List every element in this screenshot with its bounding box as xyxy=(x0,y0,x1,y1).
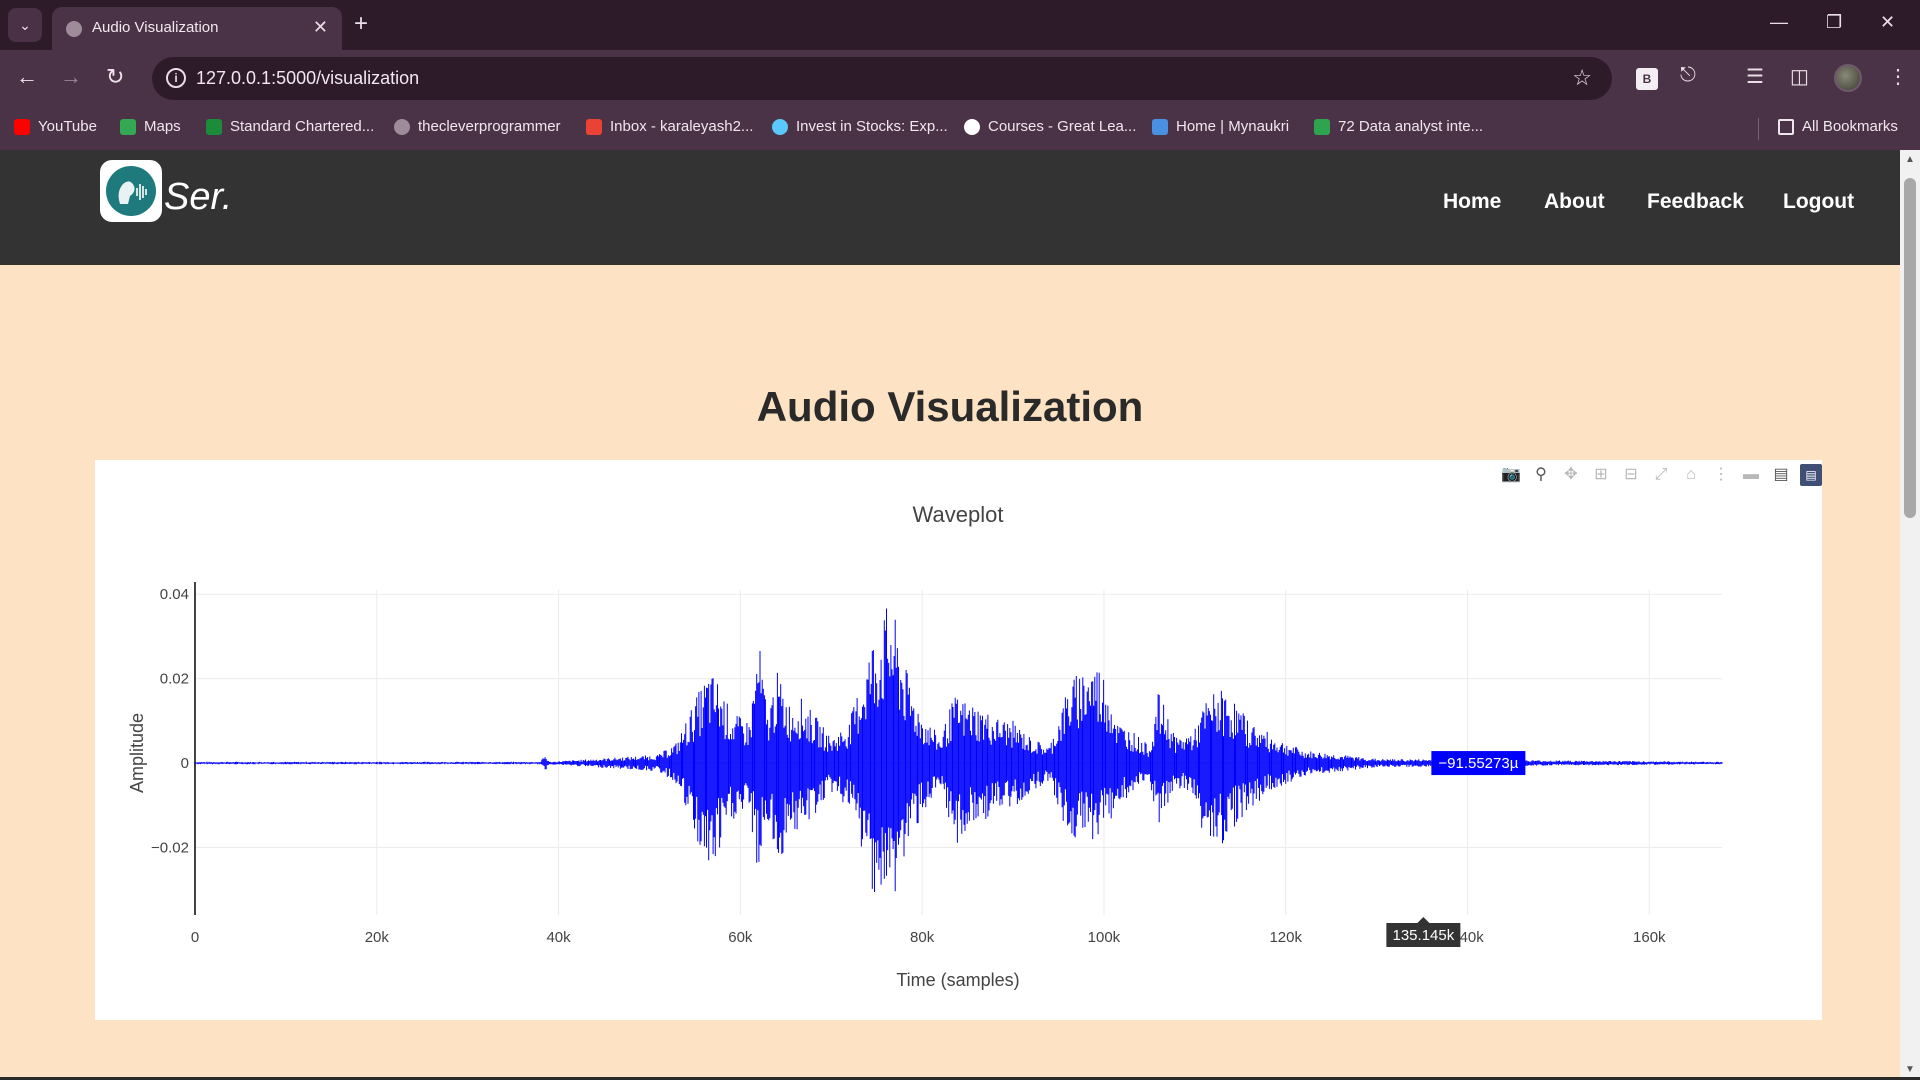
bookmark-separator xyxy=(1758,118,1759,140)
site-navbar: Ser. Home About Feedback Logout xyxy=(0,150,1900,265)
nav-logout[interactable]: Logout xyxy=(1783,190,1854,214)
nav-home[interactable]: Home xyxy=(1443,190,1501,214)
bookmark-data-analyst[interactable]: 72 Data analyst inte... xyxy=(1314,118,1483,135)
page-scrollbar[interactable]: ▲ ▼ xyxy=(1900,150,1920,1080)
close-icon[interactable]: ✕ xyxy=(313,17,328,38)
tab-search-button[interactable]: ⌄ xyxy=(8,8,42,42)
thecleverprogrammer-icon xyxy=(394,118,410,135)
nav-about[interactable]: About xyxy=(1544,190,1605,214)
waveplot-chart[interactable]: Waveplot 0 20k 40k 60k 80k 100k 120k 140k 160k−0… xyxy=(95,460,1822,1020)
active-tab[interactable]: Audio Visualization ✕ xyxy=(52,7,342,50)
bookmark-mynaukri[interactable]: Home | Mynaukri xyxy=(1152,118,1289,135)
tab-strip: ⌄ Audio Visualization ✕ + — ❐ ✕ xyxy=(0,0,1920,50)
gmail-icon xyxy=(586,118,602,135)
minimize-icon[interactable]: — xyxy=(1770,12,1788,33)
side-panel-icon[interactable]: ◫ xyxy=(1790,64,1809,89)
x-tick-label: 20k xyxy=(365,929,390,946)
new-tab-button[interactable]: + xyxy=(354,10,368,38)
mynaukri-icon xyxy=(1152,118,1168,135)
waveplot-container: 📷 ⚲ ✥ ⊞ ⊟ ⤢ ⌂ ⋮ ▬ ▤ ▤ Waveplot 0 20k 40k 60… xyxy=(95,460,1822,1020)
bookmark-inbox[interactable]: Inbox - karaleyash2... xyxy=(586,118,753,135)
chart-title: Waveplot xyxy=(913,502,1004,527)
tab-title: Audio Visualization xyxy=(92,19,219,36)
bookmark-invest-in-stocks[interactable]: Invest in Stocks: Exp... xyxy=(772,118,948,135)
y-tick-label: 0.04 xyxy=(160,586,189,603)
site-logo[interactable] xyxy=(100,160,162,222)
hover-x-pointer xyxy=(1417,917,1430,923)
data-analyst-icon xyxy=(1314,118,1330,135)
standard-chartered-icon xyxy=(206,118,222,135)
youtube-icon xyxy=(14,118,30,135)
bookmark-courses[interactable]: Courses - Great Lea... xyxy=(964,118,1136,135)
all-bookmarks-button[interactable]: All Bookmarks xyxy=(1778,118,1898,135)
hover-x-label: 135.145k xyxy=(1393,927,1455,944)
restore-icon[interactable]: ❐ xyxy=(1826,12,1842,33)
bookmark-star-icon[interactable]: ☆ xyxy=(1572,65,1592,91)
browser-toolbar: ← → ↻ i 127.0.0.1:5000/visualization ☆ B… xyxy=(0,50,1920,108)
chevron-down-icon: ⌄ xyxy=(19,16,31,33)
extension-b-icon[interactable]: B xyxy=(1636,68,1658,90)
y-axis-label: Amplitude xyxy=(127,713,147,793)
y-tick-label: −0.02 xyxy=(151,839,189,856)
x-tick-label: 0 xyxy=(191,929,199,946)
media-control-icon[interactable]: ☰ xyxy=(1746,64,1764,89)
bookmark-standard-chartered[interactable]: Standard Chartered... xyxy=(206,118,374,135)
y-tick-label: 0.02 xyxy=(160,671,189,688)
url-text: 127.0.0.1:5000/visualization xyxy=(196,68,420,88)
series-waveform xyxy=(194,608,1723,892)
profile-avatar[interactable] xyxy=(1834,64,1862,92)
x-tick-label: 100k xyxy=(1088,929,1121,946)
invest-icon xyxy=(772,118,788,135)
bookmarks-bar: YouTube Maps Standard Chartered... thecl… xyxy=(0,108,1920,150)
close-window-icon[interactable]: ✕ xyxy=(1880,12,1895,33)
bookmark-thecleverprogrammer[interactable]: thecleverprogrammer xyxy=(394,118,561,135)
logo-text: Ser. xyxy=(164,176,233,218)
bookmark-maps[interactable]: Maps xyxy=(120,118,181,135)
extensions-icon[interactable]: ⎋ xyxy=(1680,64,1696,87)
google-icon xyxy=(964,118,980,135)
forward-icon[interactable]: → xyxy=(60,64,82,90)
waveform-path xyxy=(194,608,1723,892)
x-tick-label: 120k xyxy=(1269,929,1302,946)
site-info-icon[interactable]: i xyxy=(166,68,186,88)
y-tick-label: 0 xyxy=(181,755,189,772)
scrollbar-thumb[interactable] xyxy=(1904,178,1916,518)
nav-feedback[interactable]: Feedback xyxy=(1647,190,1744,214)
bookmark-youtube[interactable]: YouTube xyxy=(14,118,97,135)
page-title: Audio Visualization xyxy=(756,383,1144,430)
maps-icon xyxy=(120,118,136,135)
x-axis-label: Time (samples) xyxy=(896,970,1019,990)
x-tick-label: 60k xyxy=(728,929,753,946)
menu-icon[interactable]: ⋮ xyxy=(1888,64,1908,89)
reload-icon[interactable]: ↻ xyxy=(106,64,124,90)
scroll-up-icon[interactable]: ▲ xyxy=(1905,154,1915,165)
logo-emblem-icon xyxy=(106,166,156,216)
x-tick-label: 160k xyxy=(1633,929,1666,946)
folder-icon xyxy=(1778,118,1794,135)
hover-tooltip: −91.55273µ 135.145k xyxy=(1386,751,1526,947)
hover-value-label: −91.55273µ xyxy=(1438,755,1518,772)
x-tick-label: 40k xyxy=(546,929,571,946)
x-tick-label: 80k xyxy=(910,929,935,946)
globe-icon xyxy=(66,21,82,37)
scroll-down-icon[interactable]: ▼ xyxy=(1905,1064,1915,1075)
address-bar[interactable]: i 127.0.0.1:5000/visualization ☆ xyxy=(152,57,1612,100)
back-icon[interactable]: ← xyxy=(16,64,38,90)
